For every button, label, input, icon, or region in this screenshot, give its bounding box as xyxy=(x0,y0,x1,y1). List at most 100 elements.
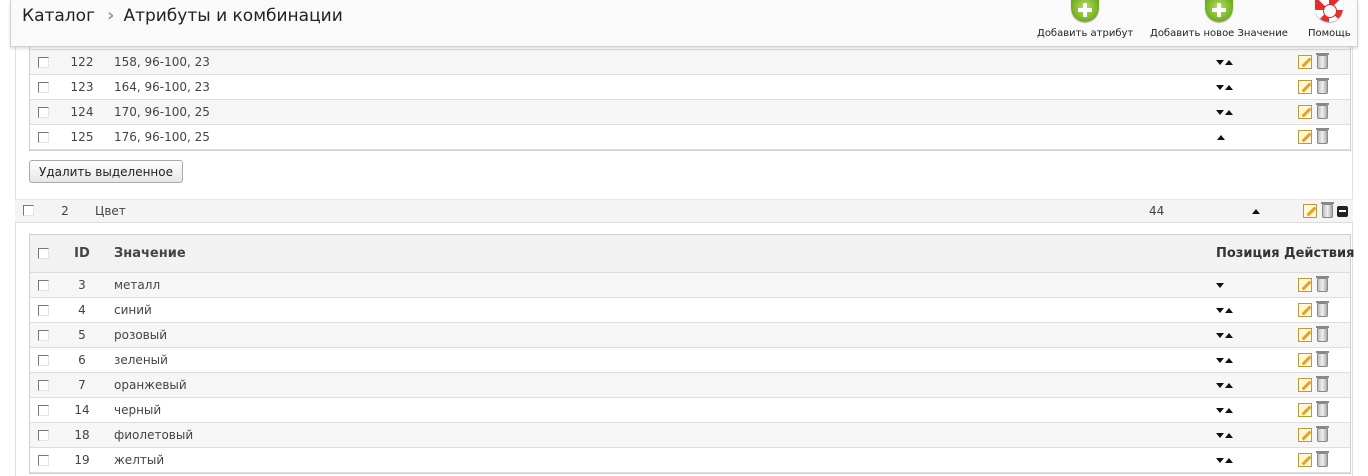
row-position xyxy=(1216,75,1246,99)
row-id: 125 xyxy=(70,130,94,144)
edit-icon[interactable] xyxy=(1298,378,1312,392)
edit-icon[interactable] xyxy=(1303,204,1317,218)
row-checkbox[interactable] xyxy=(38,82,49,93)
row-id: 3 xyxy=(78,278,86,292)
table-row: 3 металл xyxy=(30,273,1350,298)
delete-icon[interactable] xyxy=(1316,128,1329,144)
add-attribute-button[interactable]: Добавить атрибут xyxy=(1037,0,1133,39)
row-checkbox[interactable] xyxy=(38,132,49,143)
move-down-icon[interactable] xyxy=(1216,109,1224,115)
row-actions xyxy=(1298,75,1338,99)
delete-icon[interactable] xyxy=(1316,376,1329,392)
move-down-icon[interactable] xyxy=(1216,84,1224,90)
delete-icon[interactable] xyxy=(1321,202,1334,218)
edit-icon[interactable] xyxy=(1298,80,1312,94)
row-checkbox[interactable] xyxy=(38,107,49,118)
delete-icon[interactable] xyxy=(1316,276,1329,292)
move-up-icon[interactable] xyxy=(1225,357,1233,363)
row-checkbox[interactable] xyxy=(38,280,49,291)
row-checkbox[interactable] xyxy=(38,57,49,68)
move-up-icon[interactable] xyxy=(1225,84,1233,90)
attribute-position xyxy=(1251,200,1260,222)
row-checkbox[interactable] xyxy=(38,355,49,366)
table-header: ID Значение Позиция Действия xyxy=(30,235,1354,273)
edit-icon[interactable] xyxy=(1298,328,1312,342)
add-value-label: Добавить новое Значение xyxy=(1150,28,1288,39)
attribute-name: Цвет xyxy=(95,204,126,218)
table-row: 124 170, 96-100, 25 xyxy=(30,100,1350,125)
row-position xyxy=(1216,398,1246,422)
delete-icon[interactable] xyxy=(1316,78,1329,94)
move-down-icon[interactable] xyxy=(1216,382,1224,388)
row-checkbox[interactable] xyxy=(38,330,49,341)
edit-icon[interactable] xyxy=(1298,403,1312,417)
table-row: 122 158, 96-100, 23 xyxy=(30,50,1350,75)
move-down-icon[interactable] xyxy=(1216,282,1224,288)
delete-icon[interactable] xyxy=(1316,351,1329,367)
delete-icon[interactable] xyxy=(1316,426,1329,442)
row-position xyxy=(1216,448,1246,472)
row-checkbox[interactable] xyxy=(38,380,49,391)
move-up-icon[interactable] xyxy=(1225,59,1233,65)
row-id: 19 xyxy=(74,453,90,467)
move-down-icon[interactable] xyxy=(1216,332,1224,338)
move-down-icon[interactable] xyxy=(1216,407,1224,413)
move-down-icon[interactable] xyxy=(1216,357,1224,363)
breadcrumb-current: Атрибуты и комбинации xyxy=(123,5,343,26)
delete-icon[interactable] xyxy=(1316,301,1329,317)
row-value: оранжевый xyxy=(114,378,187,392)
delete-icon[interactable] xyxy=(1316,401,1329,417)
delete-icon[interactable] xyxy=(1316,451,1329,467)
row-value: фиолетовый xyxy=(114,428,194,442)
move-up-icon[interactable] xyxy=(1217,134,1225,140)
move-up-icon[interactable] xyxy=(1225,109,1233,115)
select-all-checkbox[interactable] xyxy=(38,248,49,259)
breadcrumb-parent[interactable]: Каталог xyxy=(22,6,95,26)
edit-icon[interactable] xyxy=(1298,55,1312,69)
move-down-icon[interactable] xyxy=(1216,59,1224,65)
edit-icon[interactable] xyxy=(1298,130,1312,144)
delete-icon[interactable] xyxy=(1316,53,1329,69)
row-position xyxy=(1216,373,1246,397)
move-down-icon[interactable] xyxy=(1216,457,1224,463)
move-up-icon[interactable] xyxy=(1225,457,1233,463)
move-down-icon[interactable] xyxy=(1216,307,1224,313)
help-button[interactable]: Помощь xyxy=(1308,0,1351,39)
row-checkbox[interactable] xyxy=(38,405,49,416)
move-down-icon[interactable] xyxy=(1216,432,1224,438)
edit-icon[interactable] xyxy=(1298,353,1312,367)
attribute-row-color[interactable]: 2 Цвет 44 xyxy=(15,199,1353,223)
row-checkbox[interactable] xyxy=(38,430,49,441)
row-value: 158, 96-100, 23 xyxy=(114,55,210,69)
add-value-button[interactable]: Добавить новое Значение xyxy=(1150,0,1288,39)
row-id: 124 xyxy=(70,105,94,119)
move-up-icon[interactable] xyxy=(1225,407,1233,413)
edit-icon[interactable] xyxy=(1298,303,1312,317)
edit-icon[interactable] xyxy=(1298,105,1312,119)
collapse-icon[interactable] xyxy=(1337,205,1348,217)
attribute-checkbox[interactable] xyxy=(23,205,34,216)
row-checkbox[interactable] xyxy=(38,305,49,316)
row-checkbox[interactable] xyxy=(38,455,49,466)
move-up-icon[interactable] xyxy=(1225,432,1233,438)
move-up-icon[interactable] xyxy=(1225,382,1233,388)
attribute-id: 2 xyxy=(61,204,69,218)
lifebuoy-icon xyxy=(1315,0,1344,22)
table-row: 4 синий xyxy=(30,298,1350,323)
row-actions xyxy=(1298,398,1338,422)
edit-icon[interactable] xyxy=(1298,428,1312,442)
row-id: 123 xyxy=(70,80,94,94)
edit-icon[interactable] xyxy=(1298,278,1312,292)
row-position xyxy=(1216,50,1246,74)
row-id: 7 xyxy=(78,378,86,392)
row-actions xyxy=(1298,298,1338,322)
move-up-icon[interactable] xyxy=(1225,332,1233,338)
edit-icon[interactable] xyxy=(1298,453,1312,467)
delete-icon[interactable] xyxy=(1316,103,1329,119)
row-actions xyxy=(1298,323,1338,347)
move-up-icon[interactable] xyxy=(1252,208,1260,214)
delete-selected-button[interactable]: Удалить выделенное xyxy=(29,160,184,183)
delete-icon[interactable] xyxy=(1316,326,1329,342)
row-value: розовый xyxy=(114,328,168,342)
move-up-icon[interactable] xyxy=(1225,307,1233,313)
